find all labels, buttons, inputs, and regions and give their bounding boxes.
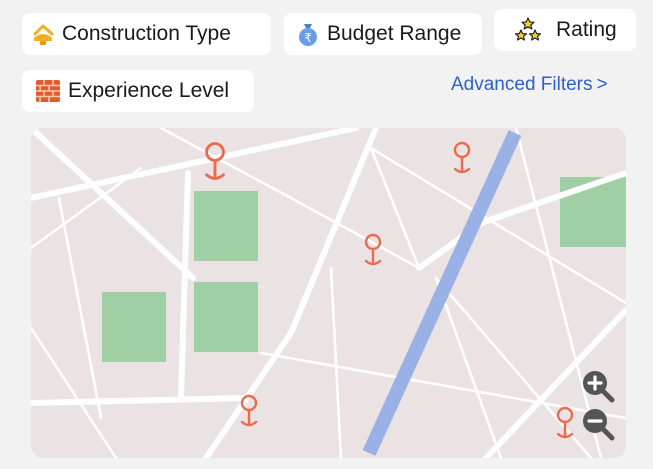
- experience-level-label: Experience Level: [68, 79, 230, 102]
- money-bag-icon: ₹: [297, 21, 319, 47]
- park-area: [102, 292, 166, 362]
- chevron-right-icon: >: [596, 74, 608, 95]
- map-view[interactable]: [31, 128, 626, 458]
- rating-filter[interactable]: Rating: [494, 9, 636, 51]
- zoom-out-icon: [583, 409, 615, 441]
- svg-text:₹: ₹: [304, 31, 312, 45]
- budget-range-label: Budget Range: [327, 22, 462, 45]
- construction-type-label: Construction Type: [62, 22, 231, 45]
- brick-icon: [36, 80, 60, 102]
- stars-icon: [514, 17, 542, 43]
- rating-label: Rating: [556, 18, 617, 41]
- experience-level-filter[interactable]: Experience Level: [22, 70, 254, 112]
- advanced-filters-link[interactable]: Advanced Filters >: [451, 74, 608, 96]
- park-area: [194, 191, 258, 261]
- construction-type-filter[interactable]: Construction Type: [22, 13, 271, 55]
- zoom-in-button[interactable]: [581, 369, 615, 403]
- advanced-filters-label: Advanced Filters: [451, 74, 593, 95]
- budget-range-filter[interactable]: ₹ Budget Range: [284, 13, 482, 55]
- construction-icon: [32, 22, 54, 46]
- park-area: [194, 282, 258, 352]
- zoom-in-icon: [583, 371, 615, 403]
- zoom-out-button[interactable]: [581, 407, 615, 441]
